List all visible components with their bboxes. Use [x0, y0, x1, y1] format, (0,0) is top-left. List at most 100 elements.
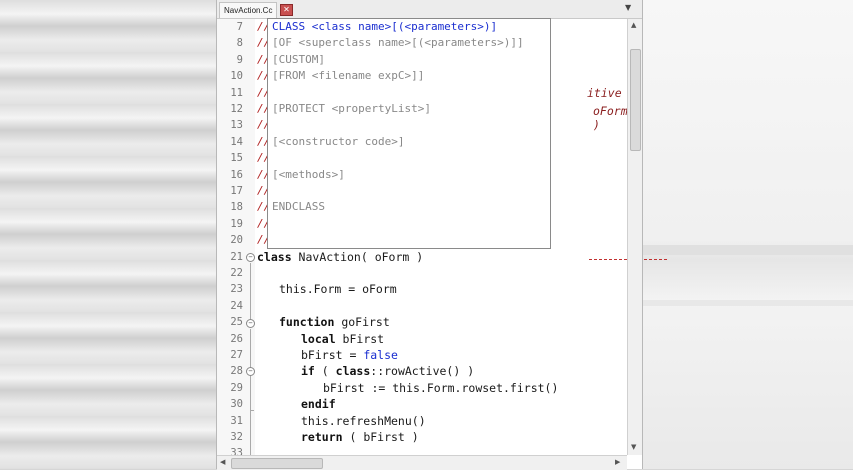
- scroll-up-icon[interactable]: ▲: [631, 21, 636, 29]
- fold-guide: [250, 263, 251, 323]
- code-line: return ( bFirst ): [301, 429, 419, 445]
- code-text: goFirst: [334, 315, 390, 330]
- tooltip-line: [PROTECT <propertyList>]: [272, 102, 431, 115]
- keyword: function: [279, 315, 335, 330]
- scroll-right-icon[interactable]: ▶: [615, 458, 620, 466]
- line-number: 30: [230, 398, 243, 411]
- code-line: this.Form = oForm: [279, 282, 397, 297]
- obscured-code-text: oForm ): [593, 104, 628, 132]
- tooltip-line: [<methods>]: [272, 167, 345, 181]
- tooltip-line: [FROM <filename expC>]]: [272, 69, 425, 83]
- scroll-down-icon[interactable]: ▼: [631, 443, 636, 451]
- fold-toggle-icon[interactable]: −: [246, 319, 255, 328]
- code-line: this.refreshMenu(): [301, 413, 426, 428]
- line-number: 20: [230, 234, 243, 247]
- fold-guide: [250, 410, 254, 411]
- keyword: return: [301, 430, 343, 444]
- line-number: 10: [230, 70, 243, 83]
- tooltip-line: [CUSTOM]: [272, 52, 325, 66]
- background-left: [0, 0, 216, 469]
- line-number: 31: [230, 414, 243, 427]
- line-number: 23: [230, 283, 243, 296]
- code-line: function goFirst: [279, 314, 390, 330]
- keyword: endif: [301, 397, 336, 412]
- line-number: 11: [230, 86, 243, 99]
- code-line: bFirst = false: [301, 347, 398, 363]
- line-number: 7: [236, 21, 243, 33]
- comment-marker: //: [257, 167, 271, 181]
- line-number: 21: [230, 250, 243, 263]
- code-text: bFirst: [335, 331, 385, 346]
- keyword: class: [335, 364, 371, 379]
- code-text: (: [314, 364, 336, 379]
- code-template-tooltip: CLASS <class name>[(<parameters>)] [OF <…: [267, 18, 551, 249]
- code-line: endif: [301, 396, 336, 412]
- horizontal-scroll-thumb[interactable]: [231, 458, 323, 469]
- scroll-left-icon[interactable]: ◀: [220, 458, 225, 466]
- comment-marker: //: [257, 134, 271, 148]
- code-text: NavAction( oForm ): [291, 249, 424, 264]
- line-number: 17: [230, 185, 243, 197]
- keyword: class: [257, 249, 292, 264]
- tooltip-line: ENDCLASS: [272, 200, 325, 214]
- comment-marker: //: [257, 200, 271, 214]
- fold-toggle-icon[interactable]: −: [246, 367, 255, 376]
- tooltip-line: CLASS <class name>[(<parameters>)]: [272, 20, 498, 33]
- line-number: 25: [230, 316, 243, 329]
- line-number: 15: [230, 152, 243, 165]
- code-text: bFirst =: [301, 348, 364, 362]
- literal: false: [363, 348, 398, 362]
- keyword: local: [301, 331, 336, 346]
- background-right: [641, 0, 853, 469]
- editor-window: NavAction.Cc ✕ ▼ 7 8 9 10 11 12 13 14 15…: [216, 0, 667, 470]
- code-text: ( bFirst ): [342, 430, 419, 444]
- comment-marker: //: [257, 151, 271, 165]
- line-number: 32: [230, 431, 243, 443]
- comment-marker: //: [257, 69, 271, 83]
- code-line: class NavAction( oForm ): [257, 249, 423, 265]
- line-number: 24: [230, 299, 243, 312]
- code-line: if ( class::rowActive() ): [301, 363, 474, 379]
- background-band: [641, 245, 853, 255]
- comment-marker: //: [257, 102, 271, 115]
- tooltip-line: [<constructor code>]: [272, 134, 405, 148]
- comment-marker: //: [257, 36, 271, 50]
- close-icon[interactable]: ✕: [280, 4, 293, 16]
- horizontal-scrollbar[interactable]: ◀ ▶: [217, 455, 627, 470]
- chevron-down-icon[interactable]: ▼: [625, 3, 631, 12]
- line-number: 18: [230, 201, 243, 214]
- background-band: [641, 300, 853, 306]
- comment-marker: //: [257, 184, 271, 197]
- comment-marker: //: [257, 85, 271, 99]
- keyword: if: [301, 364, 315, 379]
- line-number: 29: [230, 381, 243, 394]
- comment-marker: //: [257, 233, 271, 247]
- line-number: 14: [230, 135, 243, 148]
- line-number: 27: [230, 349, 243, 361]
- line-number: 19: [230, 217, 243, 230]
- line-number: 22: [230, 267, 243, 279]
- line-number: 9: [236, 53, 243, 66]
- code-line: local bFirst: [301, 331, 384, 347]
- line-number: 26: [230, 332, 243, 345]
- comment-marker: //: [257, 52, 271, 66]
- obscured-code-text: itive: [587, 86, 622, 100]
- tooltip-line: [OF <superclass name>[(<parameters>)]]: [272, 36, 524, 50]
- line-number-gutter: 7 8 9 10 11 12 13 14 15 16 17 18 19 20 2…: [217, 19, 255, 463]
- vertical-scroll-thumb[interactable]: [630, 49, 641, 151]
- vertical-scrollbar[interactable]: ▲ ▼: [627, 19, 642, 455]
- comment-marker: //: [257, 20, 271, 33]
- line-number: 28: [230, 365, 243, 378]
- fold-toggle-icon[interactable]: −: [246, 253, 255, 262]
- tab-bar: NavAction.Cc ✕ ▼: [217, 0, 642, 19]
- code-text: ::rowActive() ): [370, 364, 475, 379]
- comment-marker: //: [257, 216, 271, 230]
- comment-marker: //: [257, 118, 271, 132]
- line-number: 16: [230, 168, 243, 181]
- line-number: 13: [230, 119, 243, 132]
- line-number: 12: [230, 103, 243, 115]
- line-number: 8: [236, 37, 243, 50]
- tab-title: NavAction.Cc: [224, 6, 273, 15]
- tab-navaction[interactable]: NavAction.Cc: [219, 2, 278, 18]
- fold-guide: [250, 329, 251, 463]
